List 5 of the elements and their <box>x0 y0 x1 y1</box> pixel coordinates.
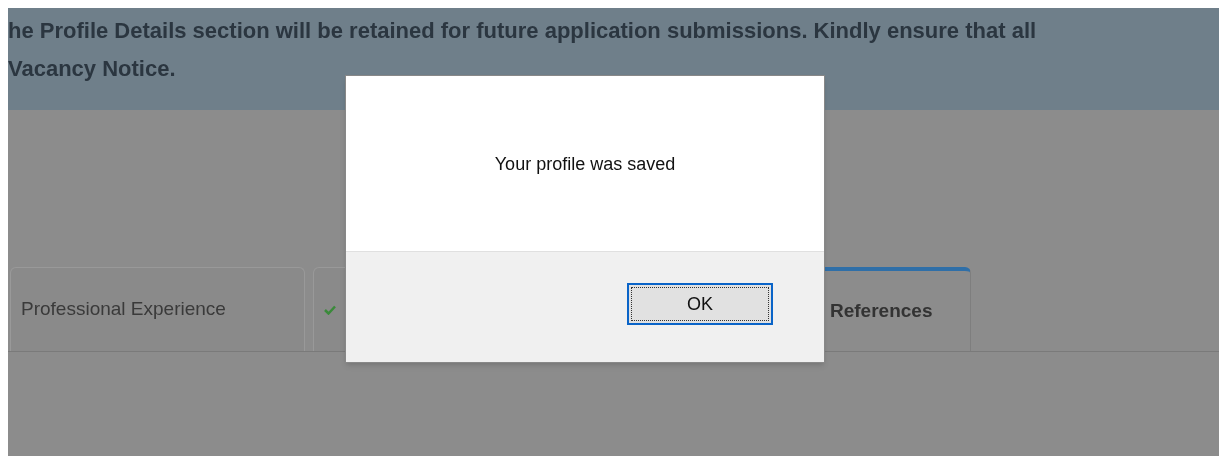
banner-text: Vacancy Notice. <box>8 55 177 83</box>
dialog-message: Your profile was saved <box>494 153 676 176</box>
banner-text: he Profile Details section will be retained for future application submissions. Kindly ensure that all <box>8 17 1038 45</box>
ok-button[interactable]: OK <box>627 283 773 325</box>
tab[interactable]: Professional Experience <box>10 267 305 351</box>
